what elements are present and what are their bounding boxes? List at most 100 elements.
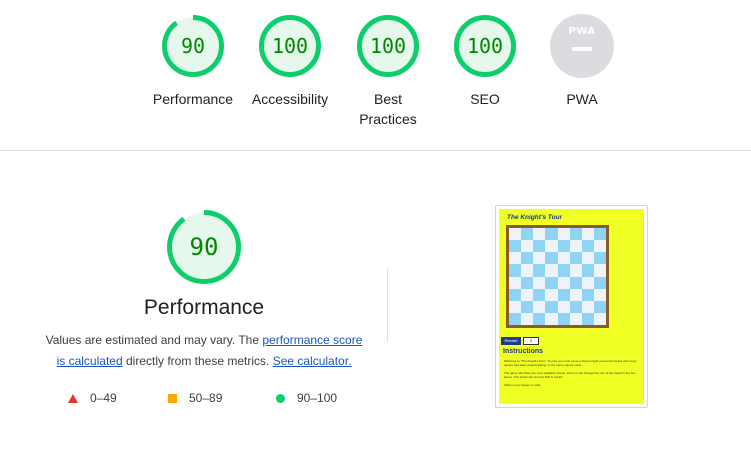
gauge-label: PWA <box>566 91 598 107</box>
gauge-pwa[interactable]: PWA PWA <box>532 14 632 109</box>
board-size-input: 0 <box>523 337 539 345</box>
score-ring: 90 <box>161 14 225 78</box>
performance-title: Performance <box>143 296 265 319</box>
board-square <box>569 252 582 265</box>
legend-item-pass: 90–100 <box>276 389 337 407</box>
board-square <box>545 300 558 313</box>
gauge-seo[interactable]: 100 SEO <box>435 14 535 109</box>
board-square <box>569 228 582 241</box>
board-square <box>557 228 570 241</box>
performance-description: Values are estimated and may vary. The p… <box>45 330 363 371</box>
board-square <box>545 252 558 265</box>
legend-item-average: 50–89 <box>168 389 222 407</box>
board-square <box>521 264 534 277</box>
circle-icon <box>276 394 285 403</box>
board-square <box>593 228 606 241</box>
board-square <box>533 228 546 241</box>
triangle-icon <box>68 394 78 403</box>
score-value: 90 <box>180 34 206 58</box>
board-square <box>509 276 522 289</box>
board-square <box>557 252 570 265</box>
performance-detail: 90 Performance Values are estimated and … <box>45 209 363 371</box>
calculator-link[interactable]: See calculator. <box>273 354 352 368</box>
gauge-label: Performance <box>152 91 234 107</box>
legend-range: 0–49 <box>90 391 117 405</box>
board-square <box>521 288 534 301</box>
board-square <box>533 264 546 277</box>
gauge-accessibility[interactable]: 100 Accessibility <box>240 14 340 109</box>
gauge-label: Best Practices <box>359 91 417 127</box>
board-square <box>581 264 594 277</box>
board-square <box>509 264 522 277</box>
board-square <box>593 300 606 313</box>
board-square <box>569 264 582 277</box>
vertical-separator <box>387 268 388 342</box>
legend-range: 90–100 <box>297 391 338 405</box>
score-value: 100 <box>466 34 504 58</box>
instructions-text: Click on any square to start. <box>504 383 542 387</box>
instructions-heading: Instructions <box>503 348 544 355</box>
board-square <box>557 288 570 301</box>
desc-text: directly from these metrics. <box>122 353 273 368</box>
board-square <box>581 300 594 313</box>
board-square <box>521 276 534 289</box>
section-divider <box>0 150 751 151</box>
board-square <box>569 312 582 325</box>
score-ring: 100 <box>453 14 517 78</box>
board-square <box>581 312 594 325</box>
board-square <box>533 252 546 265</box>
board-square <box>593 312 606 325</box>
board-square <box>533 240 546 253</box>
board-square <box>569 240 582 253</box>
board-square <box>521 300 534 313</box>
board-square <box>569 288 582 301</box>
board-square <box>509 288 522 301</box>
category-gauges: 90 Performance 100 Accessibility 100 Bes… <box>0 0 751 150</box>
board-square <box>533 312 546 325</box>
pwa-badge-text: PWA <box>568 26 596 37</box>
performance-score-value: 90 <box>189 233 219 261</box>
board-square <box>593 252 606 265</box>
board-square <box>509 252 522 265</box>
gauge-best-practices[interactable]: 100 Best Practices <box>338 14 438 129</box>
score-value: 100 <box>271 34 309 58</box>
score-ring: 100 <box>258 14 322 78</box>
board-square <box>593 276 606 289</box>
gauge-label: Accessibility <box>251 91 329 107</box>
board-square <box>557 312 570 325</box>
pwa-dash <box>572 47 592 51</box>
board-square <box>521 252 534 265</box>
chess-board <box>506 225 609 328</box>
board-square <box>581 276 594 289</box>
board-square <box>569 300 582 313</box>
board-square <box>557 264 570 277</box>
square-icon <box>168 394 177 403</box>
instructions-text: The game will show you your available mo… <box>504 371 636 379</box>
chess-board-grid <box>509 228 606 325</box>
board-square <box>593 264 606 277</box>
restart-button: Restart <box>501 337 521 345</box>
gauge-performance[interactable]: 90 Performance <box>143 14 243 109</box>
board-square <box>509 312 522 325</box>
final-screenshot-thumbnail[interactable]: The Knight's Tour Restart 0 Instructions… <box>495 205 648 408</box>
pwa-badge-icon: PWA <box>550 14 614 78</box>
board-square <box>581 228 594 241</box>
board-square <box>581 252 594 265</box>
gauge-label: SEO <box>470 91 500 107</box>
board-square <box>593 240 606 253</box>
score-ring: 100 <box>356 14 420 78</box>
board-square <box>509 228 522 241</box>
score-legend: 0–49 50–89 90–100 <box>62 389 362 407</box>
legend-range: 50–89 <box>189 391 223 405</box>
board-square <box>557 276 570 289</box>
board-square <box>581 240 594 253</box>
board-square <box>521 228 534 241</box>
desc-text: Values are estimated and may vary. The <box>45 333 263 347</box>
board-square <box>545 288 558 301</box>
board-square <box>521 312 534 325</box>
board-square <box>557 240 570 253</box>
board-square <box>509 300 522 313</box>
board-square <box>545 240 558 253</box>
board-square <box>545 228 558 241</box>
board-square <box>593 288 606 301</box>
